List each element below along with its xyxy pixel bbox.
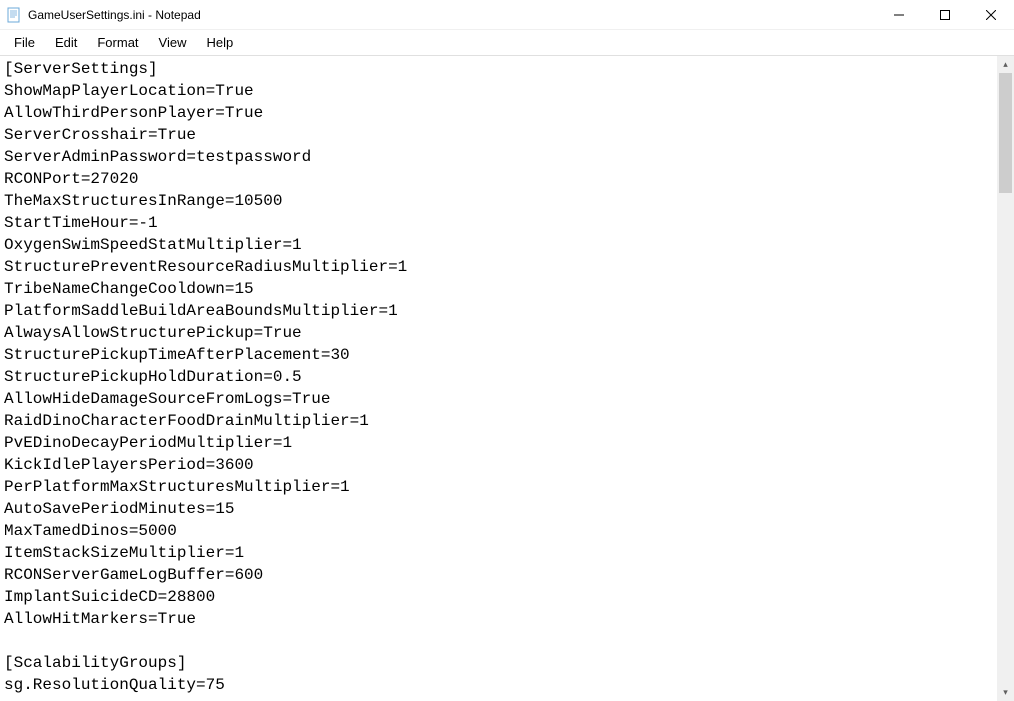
scroll-thumb[interactable] — [999, 73, 1012, 193]
titlebar: GameUserSettings.ini - Notepad — [0, 0, 1014, 30]
vertical-scrollbar[interactable]: ▴ ▾ — [997, 56, 1014, 701]
window-controls — [876, 0, 1014, 29]
notepad-icon — [6, 7, 22, 23]
minimize-button[interactable] — [876, 0, 922, 30]
window-title: GameUserSettings.ini - Notepad — [28, 8, 876, 22]
text-editor[interactable]: [ServerSettings] ShowMapPlayerLocation=T… — [0, 56, 997, 701]
menu-help[interactable]: Help — [196, 33, 243, 52]
menu-file[interactable]: File — [4, 33, 45, 52]
menu-format[interactable]: Format — [87, 33, 148, 52]
close-button[interactable] — [968, 0, 1014, 30]
scroll-up-arrow-icon[interactable]: ▴ — [997, 56, 1014, 73]
menu-edit[interactable]: Edit — [45, 33, 87, 52]
scroll-down-arrow-icon[interactable]: ▾ — [997, 684, 1014, 701]
maximize-button[interactable] — [922, 0, 968, 30]
menu-view[interactable]: View — [149, 33, 197, 52]
content-area: [ServerSettings] ShowMapPlayerLocation=T… — [0, 56, 1014, 701]
menubar: File Edit Format View Help — [0, 30, 1014, 56]
